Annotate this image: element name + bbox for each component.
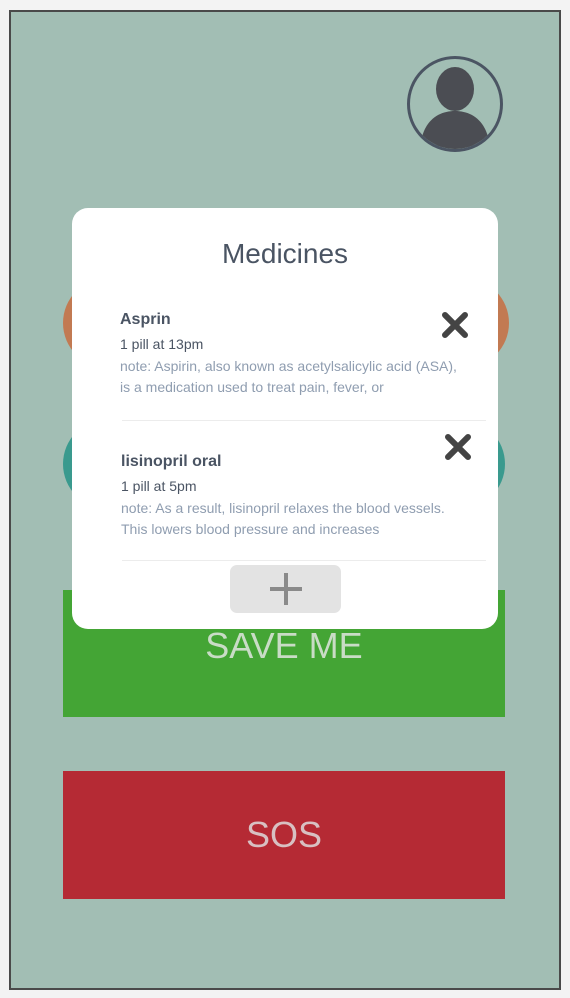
plus-icon <box>269 573 302 605</box>
remove-medicine-button[interactable] <box>440 310 470 340</box>
app-screen: SAVE ME SOS Medicines Asprin 1 pill at 1… <box>9 10 561 990</box>
save-me-label: SAVE ME <box>205 625 363 666</box>
user-avatar-icon <box>420 67 490 149</box>
medicine-name: lisinopril oral <box>121 453 222 470</box>
medicine-item: lisinopril oral 1 pill at 5pm note: As a… <box>121 452 487 540</box>
medicine-note: note: Aspirin, also known as acetylsalic… <box>120 358 457 395</box>
medicine-dose: 1 pill at 13pm <box>120 336 204 352</box>
medicine-name: Asprin <box>120 311 171 328</box>
modal-title: Medicines <box>221 238 349 269</box>
profile-avatar[interactable] <box>407 56 503 152</box>
remove-medicine-button[interactable] <box>443 432 473 462</box>
medicine-item: Asprin 1 pill at 13pm note: Aspirin, als… <box>120 310 486 398</box>
divider <box>122 560 486 561</box>
sos-label: SOS <box>245 814 323 855</box>
sos-button[interactable]: SOS <box>63 771 505 899</box>
close-icon <box>442 312 468 338</box>
medicine-dose: 1 pill at 5pm <box>121 478 197 494</box>
divider <box>122 420 486 421</box>
close-icon <box>445 434 471 460</box>
medicine-note: note: As a result, lisinopril relaxes th… <box>121 500 445 537</box>
medicines-modal: Medicines Asprin 1 pill at 13pm note: As… <box>72 208 498 629</box>
add-medicine-button[interactable] <box>230 565 341 613</box>
